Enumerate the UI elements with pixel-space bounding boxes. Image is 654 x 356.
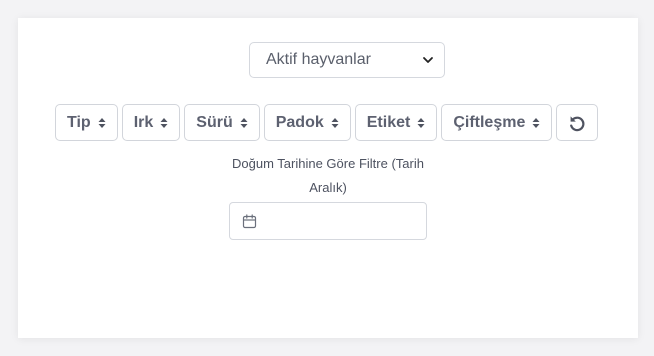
filter-button-row: Tip Irk Sürü Padok Etiket Çiftleşme (55, 104, 599, 141)
filter-button-label: Irk (133, 113, 154, 131)
filter-panel: Aktif hayvanlar Tip Irk Sürü Padok Etike… (18, 18, 638, 338)
filter-button-suru[interactable]: Sürü (184, 104, 260, 141)
sort-icon (417, 117, 425, 128)
calendar-icon (242, 213, 257, 228)
sort-icon (98, 117, 106, 128)
filter-button-label: Padok (275, 113, 324, 131)
birth-date-range-input[interactable] (229, 202, 427, 240)
filter-button-label: Çiftleşme (453, 113, 526, 131)
sort-icon (331, 117, 339, 128)
filter-button-padok[interactable]: Padok (263, 104, 351, 141)
reset-filters-button[interactable] (556, 104, 599, 141)
sort-icon (532, 117, 540, 128)
sort-icon (240, 117, 248, 128)
filter-button-label: Etiket (366, 113, 411, 131)
chevron-down-icon (423, 57, 433, 63)
animal-status-select-value: Aktif hayvanlar (266, 51, 371, 68)
filter-button-tip[interactable]: Tip (55, 104, 118, 141)
filter-button-label: Sürü (196, 113, 233, 131)
filter-button-label: Tip (67, 113, 91, 131)
animal-status-select[interactable]: Aktif hayvanlar (249, 42, 445, 78)
filter-button-ciftlesme[interactable]: Çiftleşme (441, 104, 553, 141)
filter-button-irk[interactable]: Irk (121, 104, 181, 141)
sort-icon (160, 117, 168, 128)
filter-button-etiket[interactable]: Etiket (354, 104, 438, 141)
birth-date-filter-label: Doğum Tarihine Göre Filtre (Tarih Aralık… (232, 156, 424, 195)
undo-icon (570, 115, 585, 131)
